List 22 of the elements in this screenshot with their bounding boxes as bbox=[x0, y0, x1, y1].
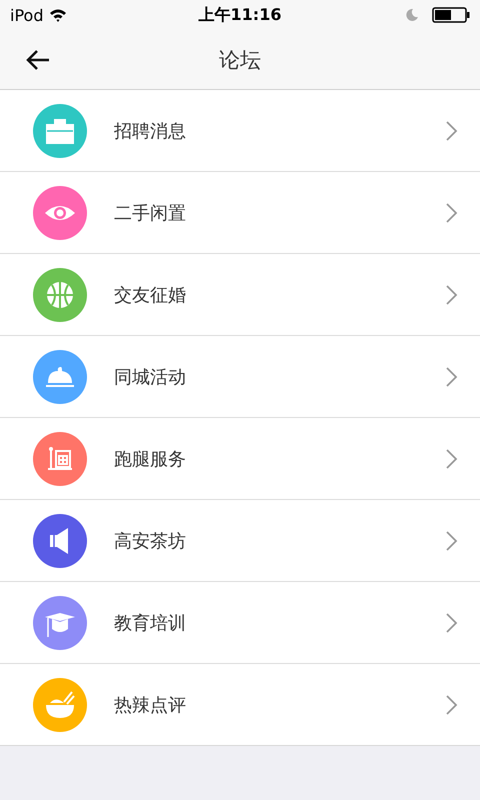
chevron-right-icon bbox=[446, 612, 458, 632]
carrier-name: iPod bbox=[10, 6, 44, 24]
chevron-right-icon bbox=[446, 448, 458, 468]
chevron-right-icon bbox=[446, 202, 458, 222]
category-label: 同城活动 bbox=[114, 366, 187, 388]
chevron-right-icon bbox=[446, 530, 458, 550]
category-label: 招聘消息 bbox=[114, 120, 187, 142]
wifi-icon bbox=[49, 8, 68, 22]
category-label: 高安茶坊 bbox=[114, 530, 187, 552]
moon-icon bbox=[406, 9, 418, 21]
battery-icon bbox=[432, 7, 470, 23]
category-label: 教育培训 bbox=[114, 612, 187, 634]
category-label: 二手闲置 bbox=[114, 202, 187, 224]
page-title: 论坛 bbox=[219, 46, 261, 74]
chevron-right-icon bbox=[446, 366, 458, 386]
chevron-right-icon bbox=[446, 120, 458, 140]
clock-time: 上午11:16 bbox=[198, 4, 282, 24]
category-label: 交友征婚 bbox=[114, 284, 187, 306]
chevron-right-icon bbox=[446, 694, 458, 714]
category-label: 跑腿服务 bbox=[114, 448, 187, 470]
category-label: 热辣点评 bbox=[114, 694, 187, 716]
chevron-right-icon bbox=[446, 284, 458, 304]
